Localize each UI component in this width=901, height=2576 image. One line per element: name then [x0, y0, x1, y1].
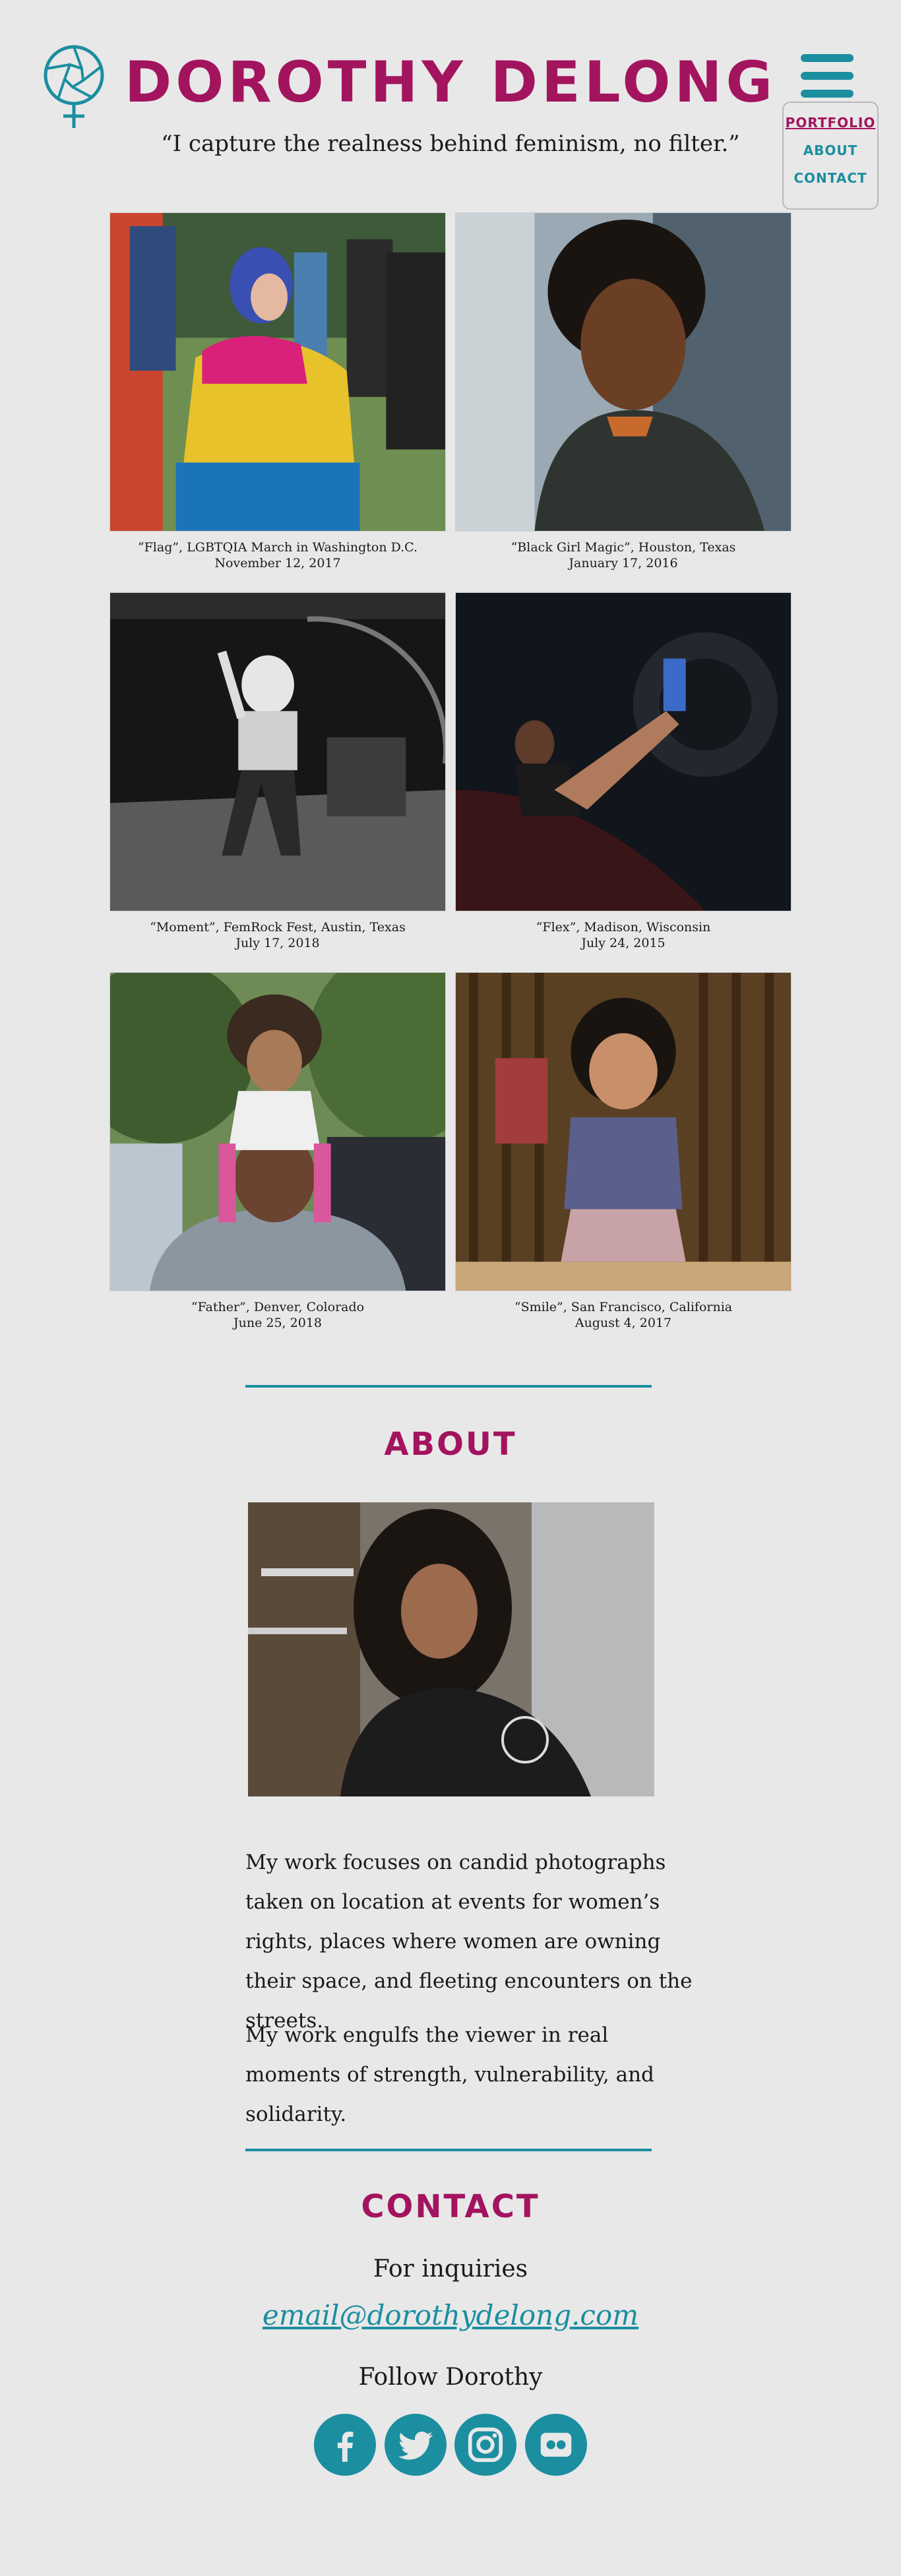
hamburger-bar — [801, 90, 854, 98]
photo-card: “Flex”, Madison, Wisconsin July 24, 2015 — [455, 592, 792, 972]
about-heading: ABOUT — [384, 1426, 517, 1463]
photo-father[interactable] — [109, 972, 446, 1291]
photo-card: “Smile”, San Francisco, California Augus… — [455, 972, 792, 1352]
nav-item-portfolio[interactable]: PORTFOLIO — [786, 115, 876, 131]
photo-date: July 24, 2015 — [581, 936, 666, 950]
instagram-icon[interactable] — [454, 2414, 517, 2476]
section-divider — [245, 2149, 652, 2151]
social-links — [314, 2414, 587, 2476]
photo-date: June 25, 2018 — [233, 1316, 322, 1330]
photo-date: August 4, 2017 — [575, 1316, 672, 1330]
photo-flag[interactable] — [109, 212, 446, 532]
page-title: DOROTHY DELONG — [124, 49, 777, 115]
twitter-icon[interactable] — [384, 2414, 447, 2476]
photo-flex[interactable] — [455, 592, 792, 911]
nav-item-about[interactable]: ABOUT — [803, 142, 858, 158]
email-link[interactable]: email@dorothydelong.com — [0, 2299, 901, 2331]
nav-item-contact[interactable]: CONTACT — [793, 170, 867, 186]
tagline: “I capture the realness behind feminism,… — [161, 131, 740, 157]
photo-card: “Father”, Denver, Colorado June 25, 2018 — [109, 972, 446, 1352]
hamburger-bar — [801, 72, 854, 80]
inquiries-label: For inquiries — [373, 2255, 528, 2283]
photo-card: “Flag”, LGBTQIA March in Washington D.C.… — [109, 212, 446, 592]
about-paragraph: My work focuses on candid photographs ta… — [245, 1851, 693, 2033]
photo-black-girl-magic[interactable] — [455, 212, 792, 532]
hamburger-icon[interactable] — [801, 54, 854, 98]
follow-label: Follow Dorothy — [358, 2364, 543, 2391]
photo-smile[interactable] — [455, 972, 792, 1291]
hamburger-bar — [801, 54, 854, 62]
photo-caption: “Father”, Denver, Colorado — [191, 1300, 365, 1314]
photo-date: November 12, 2017 — [214, 556, 341, 570]
photo-caption: “Flag”, LGBTQIA March in Washington D.C. — [137, 540, 418, 555]
about-paragraph: My work engulfs the viewer in real momen… — [245, 2023, 654, 2126]
contact-heading: CONTACT — [361, 2188, 540, 2225]
photo-caption: “Smile”, San Francisco, California — [514, 1300, 733, 1314]
photo-date: January 17, 2016 — [569, 556, 678, 570]
photo-card: “Black Girl Magic”, Houston, Texas Janua… — [455, 212, 792, 592]
flickr-icon[interactable] — [524, 2414, 587, 2476]
facebook-icon[interactable] — [314, 2414, 376, 2476]
photo-caption: “Flex”, Madison, Wisconsin — [536, 920, 711, 935]
section-divider — [245, 1385, 652, 1388]
photo-moment[interactable] — [109, 592, 446, 911]
photo-card: “Moment”, FemRock Fest, Austin, Texas Ju… — [109, 592, 446, 972]
portfolio-gallery: “Flag”, LGBTQIA March in Washington D.C.… — [109, 212, 792, 1352]
photo-caption: “Moment”, FemRock Fest, Austin, Texas — [150, 920, 406, 935]
about-portrait — [248, 1502, 654, 1796]
nav-menu: PORTFOLIO ABOUT CONTACT — [782, 102, 879, 210]
photo-caption: “Black Girl Magic”, Houston, Texas — [511, 540, 736, 555]
photo-date: July 17, 2018 — [235, 936, 320, 950]
